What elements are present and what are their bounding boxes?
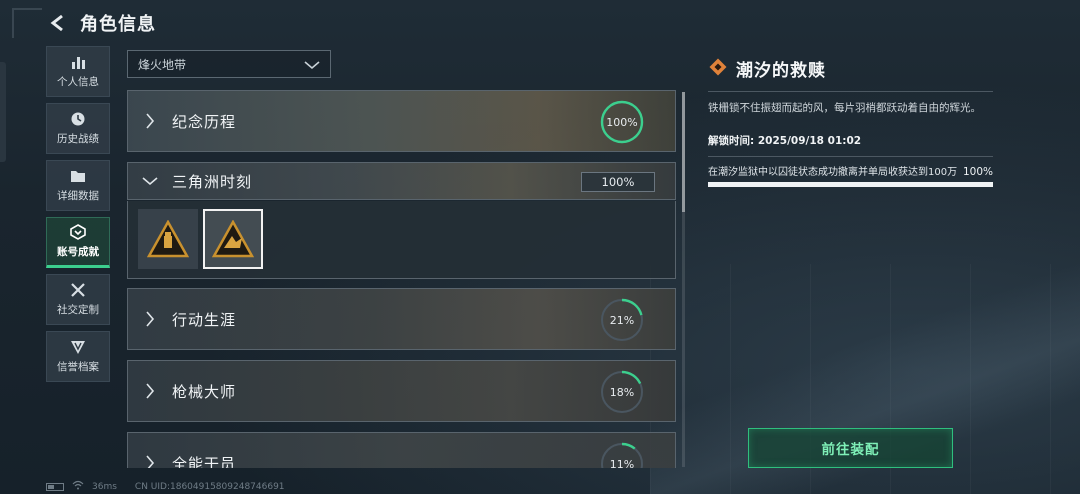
- achievement-name: 三角洲时刻: [172, 172, 253, 191]
- mode-dropdown[interactable]: 烽火地带: [127, 50, 331, 78]
- progress-percent: 100%: [581, 172, 655, 192]
- progress-percent: 100%: [606, 115, 638, 129]
- sidebar-item-label: 个人信息: [57, 76, 99, 88]
- detail-header: 潮汐的救赎: [708, 56, 998, 81]
- sidebar-item-reputation[interactable]: 信誉档案: [46, 331, 110, 382]
- achievement-list: 纪念历程 100% 三角洲时刻 100% 行动生涯 21% 枪械大师 18% 全…: [127, 90, 677, 468]
- sidebar-item-social[interactable]: 社交定制: [46, 274, 110, 325]
- achievement-row[interactable]: 枪械大师 18%: [127, 360, 676, 422]
- bar-chart-icon: [69, 54, 87, 70]
- badge-item[interactable]: [138, 209, 198, 269]
- clock-icon: [69, 111, 87, 127]
- sidebar-item-label: 账号成就: [57, 246, 99, 258]
- header: 角色信息: [46, 10, 156, 36]
- back-arrow-icon[interactable]: [46, 11, 70, 35]
- folder-icon: [69, 168, 87, 184]
- task-description: 在潮汐监狱中以囚徒状态成功撤离并单局收获达到100万: [708, 167, 958, 178]
- list-scrollbar[interactable]: [682, 92, 685, 467]
- sidebar-item-details[interactable]: 详细数据: [46, 160, 110, 211]
- achievement-row[interactable]: 全能干员 11%: [127, 432, 676, 468]
- chevron-right-icon: [128, 383, 172, 399]
- achievement-icon: [69, 224, 87, 240]
- corner-bracket: [12, 8, 42, 38]
- sidebar: 个人信息 历史战绩 详细数据 账号成就 社交定制 信誉档案: [46, 46, 110, 382]
- task-progress-fill: [708, 182, 993, 187]
- go-equip-label: 前往装配: [821, 442, 880, 458]
- shield-icon: [69, 339, 87, 355]
- progress-percent: 18%: [609, 385, 635, 399]
- go-equip-button[interactable]: 前往装配: [748, 428, 953, 468]
- unlock-time: 解锁时间: 2025/09/18 01:02: [708, 133, 998, 148]
- task-percent: 100%: [962, 166, 993, 178]
- divider: [708, 91, 993, 92]
- sidebar-item-label: 详细数据: [57, 190, 99, 202]
- page-title: 角色信息: [80, 14, 156, 35]
- sidebar-item-achievements[interactable]: 账号成就: [46, 217, 110, 268]
- progress-percent: 11%: [609, 457, 635, 469]
- achievement-name: 行动生涯: [172, 310, 237, 329]
- sidebar-item-history[interactable]: 历史战绩: [46, 103, 110, 154]
- achievement-name: 全能干员: [172, 454, 237, 469]
- task-progress-bar: [708, 182, 993, 187]
- achievement-row[interactable]: 行动生涯 21%: [127, 288, 676, 350]
- unlock-time-value: 2025/09/18 01:02: [757, 135, 862, 147]
- sidebar-item-label: 信誉档案: [57, 361, 99, 373]
- achievement-name: 枪械大师: [172, 382, 237, 401]
- scroll-thumb[interactable]: [682, 92, 685, 212]
- sidebar-item-label: 社交定制: [57, 304, 99, 316]
- badge-item-selected[interactable]: [203, 209, 263, 269]
- tools-icon: [69, 282, 87, 298]
- wifi-icon: [72, 480, 84, 493]
- achievement-row-expanded[interactable]: 三角洲时刻 100%: [127, 162, 676, 200]
- chevron-down-icon: [304, 55, 320, 74]
- detail-description: 铁栅锁不住振翅而起的风，每片羽梢都跃动着自由的辉光。: [708, 102, 981, 114]
- ping-text: 36ms: [92, 481, 117, 492]
- battery-icon: [46, 482, 64, 491]
- sidebar-item-label: 历史战绩: [57, 133, 99, 145]
- progress-percent: 21%: [609, 313, 635, 327]
- chevron-right-icon: [128, 311, 172, 327]
- diamond-emblem-icon: [708, 57, 728, 81]
- sidebar-item-profile[interactable]: 个人信息: [46, 46, 110, 97]
- mode-dropdown-value: 烽火地带: [138, 57, 187, 72]
- achievement-detail-panel: 潮汐的救赎 铁栅锁不住振翅而起的风，每片羽梢都跃动着自由的辉光。 解锁时间: 2…: [708, 56, 998, 187]
- edge-tab: [0, 62, 6, 162]
- chevron-right-icon: [128, 455, 172, 468]
- uid-text: CN UID:18604915809248746691: [134, 481, 285, 492]
- unlock-time-label: 解锁时间:: [708, 135, 755, 147]
- chevron-down-icon: [128, 176, 172, 186]
- warning-badge-icon: [147, 220, 189, 258]
- task-row: 在潮汐监狱中以囚徒状态成功撤离并单局收获达到100万 100%: [708, 166, 993, 179]
- chevron-right-icon: [128, 113, 172, 129]
- detail-title: 潮汐的救赎: [736, 61, 826, 81]
- bird-badge-icon: [212, 220, 254, 258]
- badge-tray: [127, 201, 676, 279]
- status-footer: 36ms CN UID:18604915809248746691: [46, 480, 285, 493]
- divider: [708, 156, 993, 157]
- achievement-name: 纪念历程: [172, 112, 237, 131]
- achievement-row[interactable]: 纪念历程 100%: [127, 90, 676, 152]
